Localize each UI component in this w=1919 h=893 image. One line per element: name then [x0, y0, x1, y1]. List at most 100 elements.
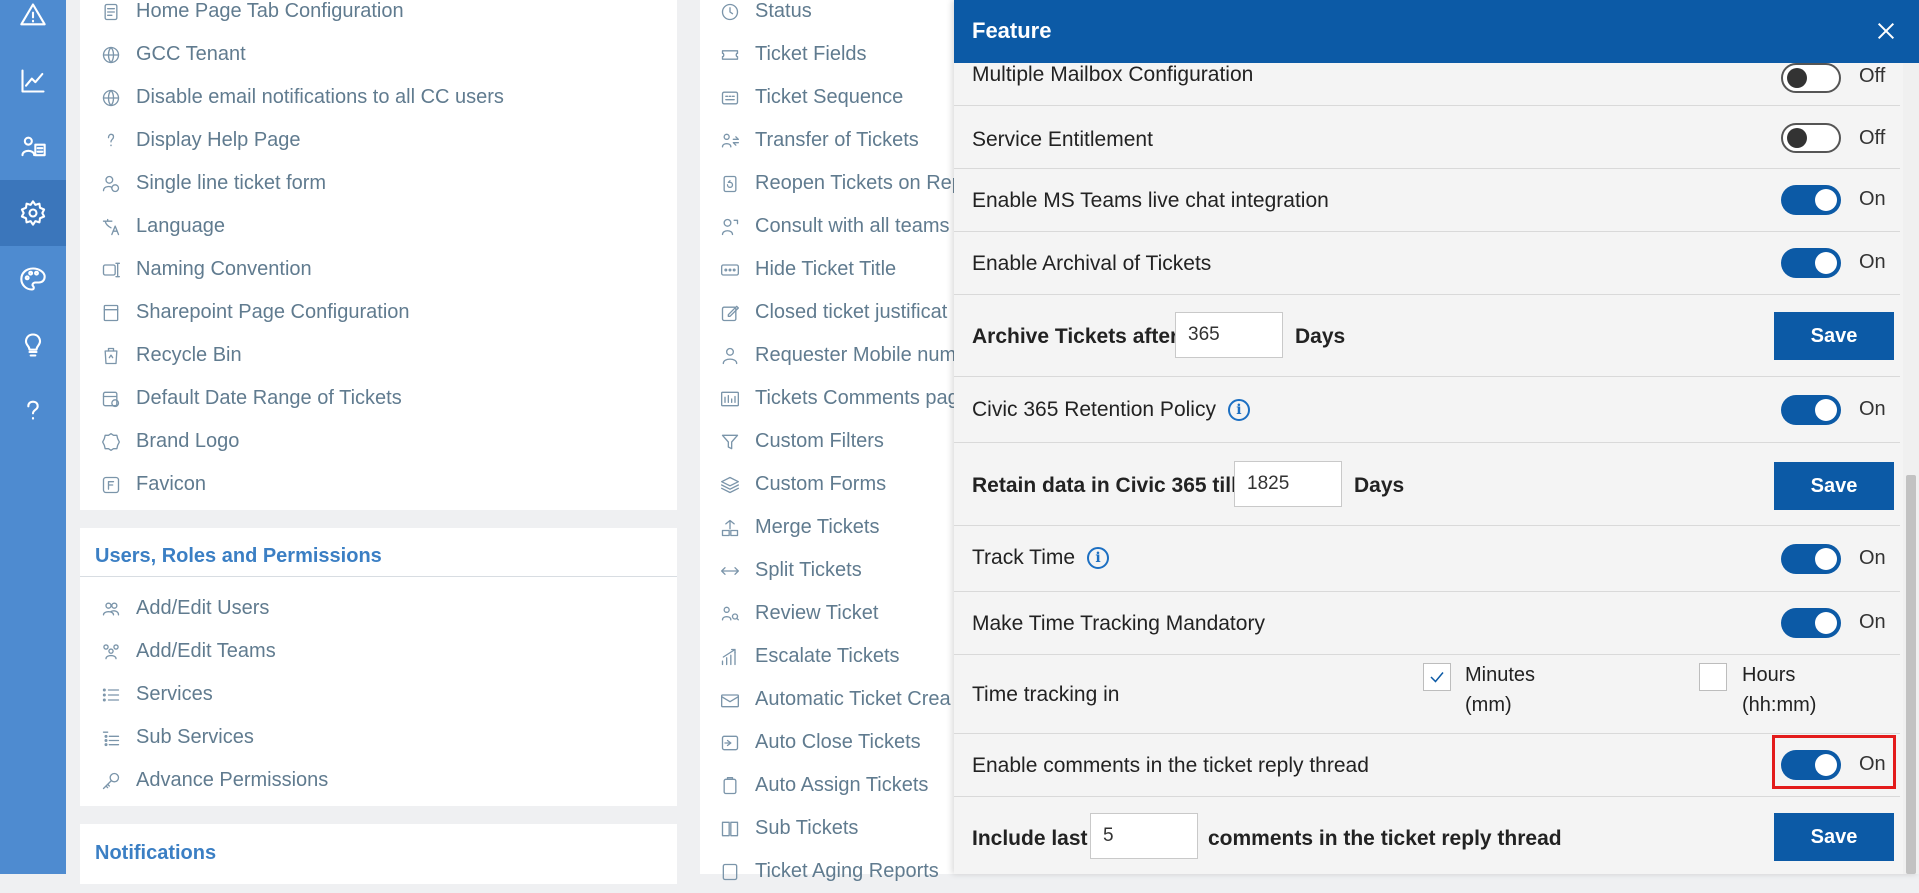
settings-link[interactable]: Favicon: [100, 463, 206, 506]
settings-link[interactable]: Language: [100, 205, 225, 248]
users-icon[interactable]: [0, 114, 66, 180]
settings-link[interactable]: Closed ticket justificat: [719, 291, 947, 334]
settings-link[interactable]: Advance Permissions: [100, 759, 328, 802]
favicon-icon: [100, 474, 122, 496]
filter-icon: [719, 431, 741, 453]
settings-link-label: Services: [136, 683, 213, 705]
settings-link[interactable]: Reopen Tickets on Rep: [719, 162, 963, 205]
settings-link[interactable]: Default Date Range of Tickets: [100, 377, 402, 420]
settings-link[interactable]: Ticket Sequence: [719, 76, 903, 119]
row-track-time: Track Time i On: [954, 526, 1900, 592]
settings-link-label: Reopen Tickets on Rep: [755, 172, 963, 194]
retain-save-button[interactable]: Save: [1774, 462, 1894, 510]
consult-icon: [719, 216, 741, 238]
toggle-state: On: [1859, 611, 1886, 633]
settings-link[interactable]: Sub Tickets: [719, 807, 858, 850]
settings-link[interactable]: Home Page Tab Configuration: [100, 0, 404, 33]
settings-link[interactable]: Brand Logo: [100, 420, 239, 463]
settings-link-label: Add/Edit Teams: [136, 640, 276, 662]
row-label-text: Track Time: [972, 546, 1076, 569]
toggle-state: On: [1859, 251, 1886, 273]
settings-link[interactable]: GCC Tenant: [100, 33, 246, 76]
row-label: Make Time Tracking Mandatory: [972, 612, 1265, 635]
analytics-icon[interactable]: [0, 48, 66, 114]
ticket-icon: [719, 44, 741, 66]
settings-link[interactable]: Transfer of Tickets: [719, 119, 919, 162]
settings-link[interactable]: Merge Tickets: [719, 506, 879, 549]
settings-link[interactable]: Requester Mobile num: [719, 334, 956, 377]
minutes-checkbox[interactable]: [1423, 663, 1451, 691]
split-icon: [719, 560, 741, 582]
close-icon[interactable]: [1873, 18, 1899, 44]
toggle-state: On: [1859, 188, 1886, 210]
settings-link[interactable]: Ticket Aging Reports: [719, 850, 939, 893]
settings-link-label: Home Page Tab Configuration: [136, 0, 404, 22]
settings-link[interactable]: Add/Edit Teams: [100, 630, 276, 673]
settings-link[interactable]: Review Ticket: [719, 592, 878, 635]
lightbulb-icon[interactable]: [0, 312, 66, 378]
row-time-tracking-in: Time tracking in Minutes (mm) Hours (hh:…: [954, 655, 1900, 734]
multiple-mailbox-toggle[interactable]: [1781, 63, 1841, 93]
info-icon[interactable]: i: [1087, 547, 1110, 569]
settings-link-label: Tickets Comments pag: [755, 387, 959, 409]
row-label-text: Civic 365 Retention Policy: [972, 398, 1216, 421]
rename-icon: [100, 259, 122, 281]
service-entitlement-toggle[interactable]: [1781, 123, 1841, 153]
archival-toggle[interactable]: [1781, 248, 1841, 278]
document-icon: [100, 1, 122, 23]
drawer-scrollbar-thumb[interactable]: [1906, 475, 1916, 874]
settings-link[interactable]: Custom Forms: [719, 463, 886, 506]
settings-link[interactable]: Recycle Bin: [100, 334, 242, 377]
comments-page-icon: [719, 388, 741, 410]
alert-icon[interactable]: [0, 0, 66, 48]
help-icon[interactable]: [0, 378, 66, 444]
hours-checkbox[interactable]: [1699, 663, 1727, 691]
highlight-box: [1772, 735, 1896, 789]
settings-link[interactable]: Ticket Fields: [719, 33, 867, 76]
row-multiple-mailbox: Multiple Mailbox Configuration Off: [954, 63, 1900, 106]
settings-icon[interactable]: [0, 180, 66, 246]
settings-link[interactable]: Hide Ticket Title: [719, 248, 896, 291]
retain-days-input[interactable]: 1825: [1234, 461, 1342, 507]
retention-policy-toggle[interactable]: [1781, 395, 1841, 425]
row-comments-thread: Enable comments in the ticket reply thre…: [954, 734, 1900, 797]
palette-icon[interactable]: [0, 246, 66, 312]
settings-link[interactable]: Disable email notifications to all CC us…: [100, 76, 504, 119]
row-label: Enable comments in the ticket reply thre…: [972, 754, 1369, 777]
settings-link[interactable]: Custom Filters: [719, 420, 884, 463]
row-include-last: Include last 5 comments in the ticket re…: [954, 797, 1900, 874]
row-label: Service Entitlement: [972, 128, 1153, 151]
settings-link-label: Transfer of Tickets: [755, 129, 919, 151]
settings-link[interactable]: Sub Services: [100, 716, 254, 759]
settings-link[interactable]: Escalate Tickets: [719, 635, 900, 678]
info-icon[interactable]: i: [1227, 399, 1250, 421]
archive-days-input[interactable]: 365: [1175, 312, 1283, 358]
translate-icon: [100, 216, 122, 238]
settings-link[interactable]: Sharepoint Page Configuration: [100, 291, 410, 334]
settings-link[interactable]: Auto Assign Tickets: [719, 764, 928, 807]
settings-link-label: Hide Ticket Title: [755, 258, 897, 280]
settings-link[interactable]: Services: [100, 673, 213, 716]
settings-link[interactable]: Add/Edit Users: [100, 587, 269, 630]
settings-link[interactable]: Status: [719, 0, 812, 33]
track-time-toggle[interactable]: [1781, 544, 1841, 574]
time-mandatory-toggle[interactable]: [1781, 608, 1841, 638]
settings-link-label: GCC Tenant: [136, 43, 246, 65]
settings-link[interactable]: Auto Close Tickets: [719, 721, 921, 764]
question-icon: [100, 130, 122, 152]
settings-link-label: Sub Services: [136, 726, 254, 748]
archive-save-button[interactable]: Save: [1774, 312, 1894, 360]
ms-teams-toggle[interactable]: [1781, 185, 1841, 215]
hours-label: Hours: [1742, 664, 1796, 686]
escalate-icon: [719, 646, 741, 668]
user-settings-icon: [100, 173, 122, 195]
settings-link[interactable]: Automatic Ticket Crea: [719, 678, 951, 721]
settings-link[interactable]: Naming Convention: [100, 248, 312, 291]
settings-link[interactable]: Consult with all teams: [719, 205, 950, 248]
settings-link[interactable]: Display Help Page: [100, 119, 301, 162]
include-last-save-button[interactable]: Save: [1774, 813, 1894, 861]
settings-link[interactable]: Single line ticket form: [100, 162, 326, 205]
include-last-input[interactable]: 5: [1090, 813, 1198, 859]
settings-link[interactable]: Split Tickets: [719, 549, 862, 592]
settings-link[interactable]: Tickets Comments pag: [719, 377, 959, 420]
